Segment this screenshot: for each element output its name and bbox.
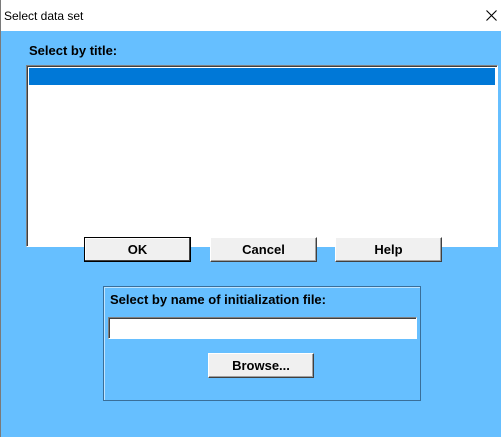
title-listbox[interactable]	[26, 65, 498, 247]
close-icon	[485, 9, 497, 21]
initialization-file-group: Select by name of initialization file: B…	[103, 286, 421, 401]
close-button[interactable]	[481, 3, 501, 27]
select-by-file-label: Select by name of initialization file:	[110, 292, 326, 307]
help-button[interactable]: Help	[335, 237, 442, 262]
select-data-set-dialog: Select data set Select by title: OK Canc…	[0, 0, 501, 437]
select-by-title-label: Select by title:	[29, 43, 118, 58]
window-title: Select data set	[4, 9, 84, 23]
title-bar[interactable]: Select data set	[1, 0, 501, 31]
initialization-file-input[interactable]	[108, 317, 417, 339]
list-item[interactable]	[29, 68, 495, 85]
dialog-body: Select by title: OK Cancel Help Select b…	[1, 31, 501, 437]
browse-button[interactable]: Browse...	[208, 353, 314, 378]
cancel-button[interactable]: Cancel	[210, 237, 317, 262]
ok-button[interactable]: OK	[84, 237, 191, 262]
